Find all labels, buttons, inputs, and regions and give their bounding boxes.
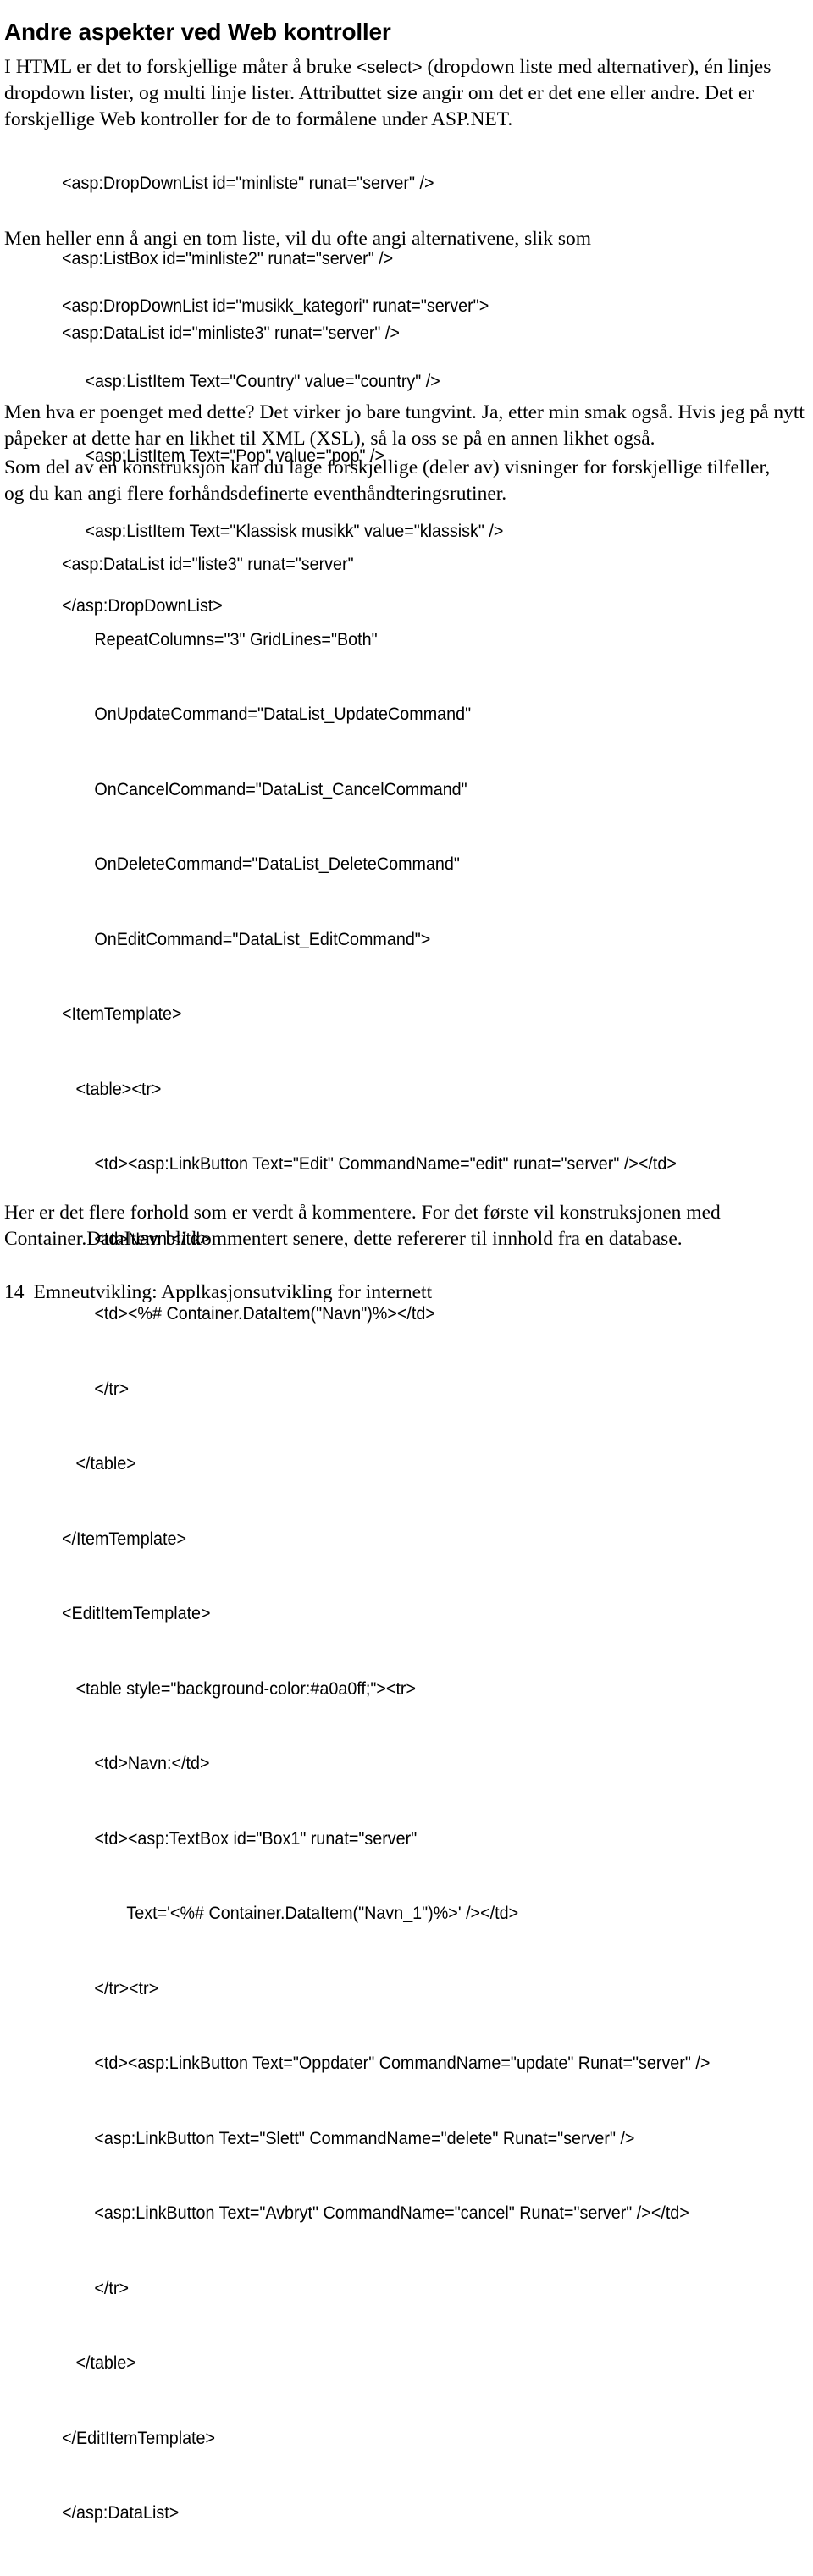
document-page: Andre aspekter ved Web kontroller I HTML…	[0, 0, 813, 2523]
code-line: <table style="background-color:#a0a0ff;"…	[62, 1678, 417, 1699]
code-line: <EditItemTemplate>	[62, 1604, 211, 1623]
code-line: </tr><tr>	[62, 1978, 159, 1998]
paragraph-after-second-code: Men hva er poenget med dette? Det virker…	[4, 401, 805, 450]
code-line: </asp:DataList>	[62, 2503, 180, 2523]
code-line: <asp:ListItem Text="Country" value="coun…	[62, 371, 440, 391]
code-line: </tr>	[62, 1379, 129, 1399]
page-title: Andre aspekter ved Web kontroller	[4, 18, 391, 45]
footer-page-number: 14	[4, 1281, 25, 1303]
code-line: OnEditCommand="DataList_EditCommand">	[62, 929, 431, 949]
code-line: RepeatColumns="3" GridLines="Both"	[62, 629, 378, 650]
code-line: <asp:LinkButton Text="Slett" CommandName…	[62, 2128, 635, 2148]
size-attribute-inline-code: size	[386, 83, 418, 103]
code-line: OnDeleteCommand="DataList_DeleteCommand"	[62, 854, 460, 874]
code-line: <asp:LinkButton Text="Avbryt" CommandNam…	[62, 2203, 689, 2223]
code-line: <asp:DataList id="liste3" runat="server"	[62, 555, 354, 574]
code-line: <td>Navn:</td>	[62, 1754, 210, 1773]
code-line: <td><asp:TextBox id="Box1" runat="server…	[62, 1828, 418, 1849]
code-line: <td><asp:LinkButton Text="Edit" CommandN…	[62, 1154, 677, 1174]
code-line: Text='<%# Container.DataItem("Navn_1")%>…	[62, 1904, 519, 1923]
paragraph-before-third-code: Som del av en konstruksjon kan du lage f…	[4, 456, 771, 505]
paragraph-after-third-code: Her er det flere forhold som er verdt å …	[4, 1201, 721, 1250]
page-footer: 14 Emneutvikling: Applkasjonsutvikling fo…	[4, 1280, 432, 1305]
code-line: </ItemTemplate>	[62, 1528, 187, 1549]
code-line: </tr>	[62, 2278, 129, 2298]
code-line: <td><asp:LinkButton Text="Oppdater" Comm…	[62, 2054, 711, 2073]
code-line: </table>	[62, 1454, 136, 1473]
code-line: <td><%# Container.DataItem("Navn")%></td…	[62, 1304, 435, 1324]
code-line: <table><tr>	[62, 1079, 162, 1099]
select-tag-inline-code: <select>	[357, 57, 423, 77]
code-line: <ItemTemplate>	[62, 1004, 182, 1024]
code-line: </EditItemTemplate>	[62, 2428, 216, 2448]
code-block-datalist-templates: <asp:DataList id="liste3" runat="server"…	[62, 502, 710, 2576]
code-line: </table>	[62, 2353, 136, 2373]
code-line: <asp:DropDownList id="minliste" runat="s…	[62, 174, 434, 193]
footer-course-title: Emneutvikling: Applkasjonsutvikling for …	[33, 1281, 433, 1303]
code-line: <asp:DropDownList id="musikk_kategori" r…	[62, 296, 489, 316]
code-line: OnUpdateCommand="DataList_UpdateCommand"	[62, 705, 472, 724]
intro-text-part1: I HTML er det to forskjellige måter å br…	[4, 55, 357, 78]
code-line: OnCancelCommand="DataList_CancelCommand"	[62, 779, 467, 799]
